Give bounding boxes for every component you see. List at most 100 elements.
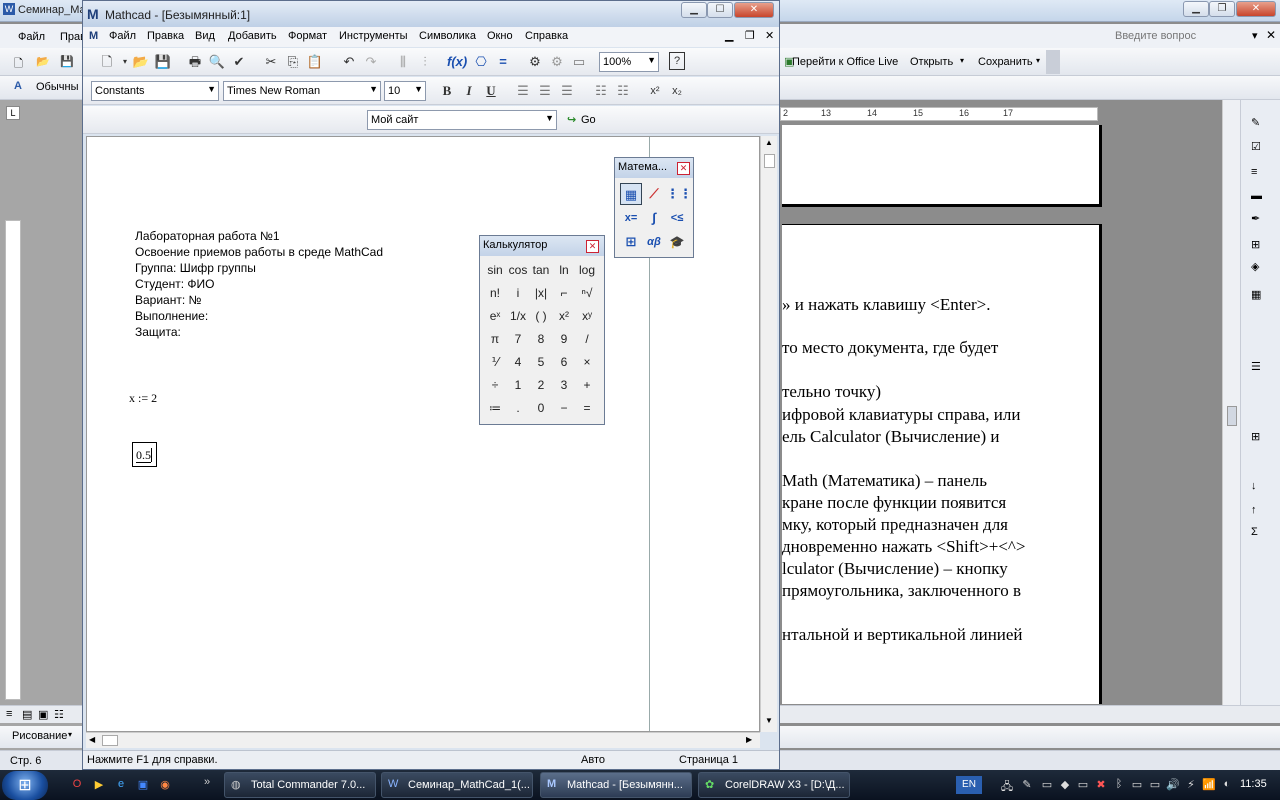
print-icon[interactable]: 🖶 [185, 52, 205, 72]
menu-format[interactable]: Формат [288, 30, 327, 42]
calc-key[interactable]: 1 [507, 375, 529, 395]
math-expression[interactable]: x := 2 [129, 391, 157, 406]
superscript-icon[interactable]: x² [645, 81, 665, 101]
menu-window[interactable]: Окно [487, 30, 513, 42]
size-combo[interactable]: 10 ▼ [384, 81, 426, 101]
calc-key[interactable]: 5 [530, 352, 552, 372]
calc-key[interactable]: 6 [553, 352, 575, 372]
scroll-right-icon[interactable]: ▶ [746, 735, 752, 744]
scroll-left-icon[interactable]: ◀ [89, 735, 95, 744]
site-combo[interactable]: Мой сайт ▼ [367, 110, 557, 130]
calc-key[interactable]: |x| [530, 283, 552, 303]
calc-key[interactable]: tan [530, 260, 552, 280]
calc-key[interactable]: 0 [530, 398, 552, 418]
edit-icon[interactable]: ✎ [1251, 116, 1260, 129]
save-button[interactable]: Сохранить [978, 56, 1033, 68]
calc-key[interactable]: n! [484, 283, 506, 303]
word-vertical-scrollbar[interactable] [1222, 100, 1240, 710]
calc-key[interactable]: . [507, 398, 529, 418]
subscript-icon[interactable]: x₂ [667, 81, 687, 101]
symbolic-icon[interactable]: 🎓 [666, 231, 688, 253]
tray-edit-icon[interactable]: ✎ [1020, 778, 1034, 792]
menu-file[interactable]: Файл [109, 30, 136, 42]
opera-icon[interactable]: O [70, 778, 84, 792]
doc-line[interactable]: Студент: ФИО [135, 277, 214, 291]
calc-key[interactable]: ⌐ [553, 283, 575, 303]
calc-key[interactable]: 4 [507, 352, 529, 372]
question-input[interactable]: Введите вопрос [1115, 30, 1196, 42]
style-combo[interactable]: Constants ▼ [91, 81, 219, 101]
calc-key[interactable]: 2 [530, 375, 552, 395]
menu-edit[interactable]: Правка [147, 30, 184, 42]
menu-symbolics[interactable]: Символика [419, 30, 476, 42]
quicklaunch-more-icon[interactable]: » [200, 776, 214, 790]
calc-key[interactable]: xʸ [576, 306, 598, 326]
open-dropdown-icon[interactable]: ▾ [960, 56, 964, 65]
app-icon[interactable]: ▣ [136, 778, 150, 792]
calc-key[interactable]: ÷ [484, 375, 506, 395]
style-combo[interactable]: Обычны [36, 81, 78, 93]
mc-minimize-button[interactable]: ▁ [681, 2, 707, 18]
insert-unit-icon[interactable]: ⎔ [471, 52, 491, 72]
programming-icon[interactable]: ⊞ [620, 231, 642, 253]
open-icon[interactable]: 📂 [131, 52, 151, 72]
scroll-thumb[interactable] [764, 154, 775, 168]
bold-button[interactable]: B [437, 81, 457, 101]
calc-key[interactable]: = [576, 398, 598, 418]
task-mathcad[interactable]: M Mathcad - [Безымянн... [540, 772, 692, 798]
menu-help[interactable]: Справка [525, 30, 568, 42]
calc-key[interactable]: log [576, 260, 598, 280]
calc-key[interactable]: ⅟ [484, 352, 506, 372]
table-icon[interactable]: ▦ [1251, 288, 1261, 301]
doc-line[interactable]: Защита: [135, 325, 181, 339]
calc-key[interactable]: x² [553, 306, 575, 326]
tray-wifi-icon[interactable]: 📶 [1202, 778, 1216, 792]
tab-selector-icon[interactable]: L [6, 106, 20, 120]
toolbar-overflow-icon[interactable] [1046, 50, 1060, 74]
dropdown-arrow-icon[interactable]: ▾ [1252, 29, 1258, 42]
go-button[interactable]: Go [581, 114, 596, 126]
task-total-commander[interactable]: ◍ Total Commander 7.0... [224, 772, 376, 798]
word-page[interactable]: » и нажать клавишу <Enter>. то место док… [782, 224, 1102, 704]
underline-button[interactable]: U [481, 81, 501, 101]
redo-icon[interactable]: ↷ [361, 52, 381, 72]
draw-dropdown-icon[interactable]: ▾ [68, 730, 72, 739]
doc-line[interactable]: Выполнение: [135, 309, 208, 323]
doc-line[interactable]: Вариант: № [135, 293, 201, 307]
sort-descending-icon[interactable]: ↑ [1251, 504, 1257, 516]
doc-line[interactable]: Группа: Шифр группы [135, 261, 256, 275]
autosum-icon[interactable]: Σ [1251, 526, 1258, 538]
mc-horizontal-scrollbar[interactable]: ◀ ▶ [86, 732, 760, 748]
calc-key[interactable]: π [484, 329, 506, 349]
line-style-icon[interactable]: ≡ [1251, 166, 1257, 178]
tray-display-icon[interactable]: ▭ [1076, 778, 1090, 792]
mc-maximize-button[interactable]: ☐ [707, 2, 733, 18]
calc-key[interactable]: sin [484, 260, 506, 280]
open-icon[interactable]: 📂 [36, 55, 50, 68]
region-icon[interactable]: ▭ [569, 52, 589, 72]
start-button[interactable]: ⊞ [2, 771, 48, 800]
resources-icon[interactable]: ⚙ [547, 52, 567, 72]
calc-key[interactable]: i [507, 283, 529, 303]
scroll-thumb[interactable] [1227, 406, 1237, 426]
cut-icon[interactable]: ✂ [261, 52, 281, 72]
task-coreldraw[interactable]: ✿ CorelDRAW X3 - [D:\Д... [698, 772, 850, 798]
print-view-icon[interactable]: ▣ [38, 708, 48, 721]
greek-icon[interactable]: αβ [643, 231, 665, 253]
calc-key[interactable]: ln [553, 260, 575, 280]
menu-insert[interactable]: Добавить [228, 30, 277, 42]
menu-view[interactable]: Вид [195, 30, 215, 42]
save-dropdown-icon[interactable]: ▾ [1036, 56, 1040, 65]
zoom-combo[interactable]: 100% ▼ [599, 52, 659, 72]
scroll-down-icon[interactable]: ▼ [765, 716, 773, 725]
italic-button[interactable]: I [459, 81, 479, 101]
copy-icon[interactable]: ⎘ [283, 52, 303, 72]
mc-vertical-scrollbar[interactable]: ▲ ▼ [760, 136, 777, 732]
save-icon[interactable]: 💾 [153, 52, 173, 72]
office-live-link[interactable]: Перейти к Office Live [792, 56, 898, 68]
task-word[interactable]: W Семинар_MathCad_1(... [381, 772, 533, 798]
tray-screen-icon[interactable]: ▭ [1130, 778, 1144, 792]
calc-key[interactable]: 9 [553, 329, 575, 349]
matrix-icon[interactable]: ⋮⋮ [666, 183, 692, 205]
font-combo[interactable]: Times New Roman ▼ [223, 81, 381, 101]
